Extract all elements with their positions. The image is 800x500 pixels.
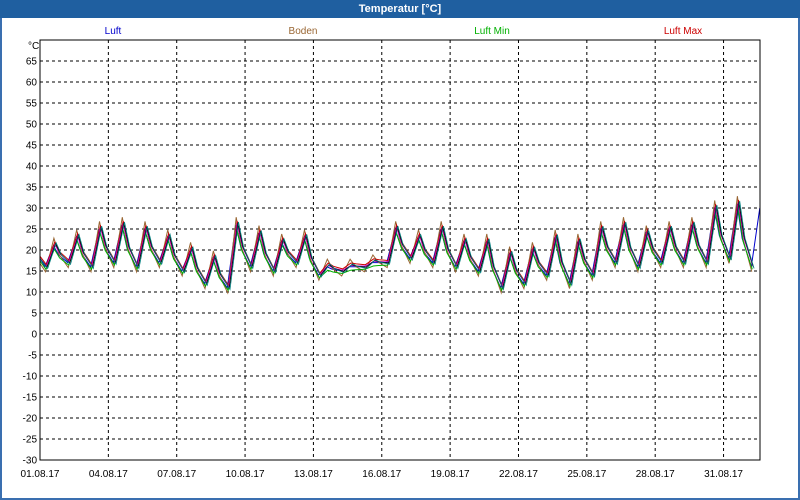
chart-series [39, 196, 761, 295]
y-tick-label: 30 [26, 204, 38, 215]
x-tick-label: 22.08.17 [499, 469, 538, 480]
y-tick-label: 45 [26, 141, 38, 152]
x-axis-ticks: 01.08.17 04.08.17 07.08.17 10.08.17 13.08.17… [21, 469, 744, 480]
y-tick-label: -20 [23, 414, 38, 425]
x-tick-label: 25.08.17 [567, 469, 606, 480]
y-tick-label: -10 [23, 372, 38, 383]
legend-entry: Luft [105, 26, 122, 37]
legend-entry: Boden [289, 26, 318, 37]
y-tick-label: 55 [26, 99, 38, 110]
y-tick-label: 50 [26, 120, 38, 131]
y-tick-label: -5 [28, 351, 37, 362]
y-tick-label: 5 [31, 309, 37, 320]
series-line-extra [39, 201, 754, 290]
x-tick-label: 19.08.17 [431, 469, 470, 480]
x-tick-label: 28.08.17 [636, 469, 675, 480]
y-tick-label: -30 [23, 456, 38, 467]
y-tick-label: 15 [26, 267, 38, 278]
x-tick-label: 10.08.17 [226, 469, 265, 480]
y-tick-label: 20 [26, 246, 38, 257]
y-tick-label: 10 [26, 288, 38, 299]
legend-entry: Luft Min [474, 26, 510, 37]
y-tick-label: 0 [31, 330, 37, 341]
legend-entry: Luft Max [664, 26, 702, 37]
y-tick-label: 25 [26, 225, 38, 236]
x-tick-label: 07.08.17 [157, 469, 196, 480]
y-axis-label: °C [28, 41, 39, 52]
x-tick-label: 13.08.17 [294, 469, 333, 480]
y-tick-label: 60 [26, 78, 38, 89]
x-tick-label: 01.08.17 [21, 469, 60, 480]
chart-window: Temperatur [°C] Luft Boden Luft Min Luft Ma… [0, 0, 800, 500]
series-line [39, 207, 753, 292]
y-tick-label: 40 [26, 162, 38, 173]
temperature-chart: Luft Boden Luft Min Luft Max °C 65605550454… [21, 26, 761, 480]
series-line-extra [39, 200, 755, 291]
y-tick-label: 35 [26, 183, 38, 194]
x-tick-label: 04.08.17 [89, 469, 128, 480]
y-tick-label: -15 [23, 393, 38, 404]
chart-legend: Luft Boden Luft Min Luft Max [105, 26, 703, 37]
x-tick-label: 31.08.17 [704, 469, 743, 480]
y-axis-ticks: 65605550454035302520151050-5-10-15-20-25… [23, 57, 38, 467]
y-tick-label: -25 [23, 435, 38, 446]
x-tick-label: 16.08.17 [362, 469, 401, 480]
y-tick-label: 65 [26, 57, 38, 68]
